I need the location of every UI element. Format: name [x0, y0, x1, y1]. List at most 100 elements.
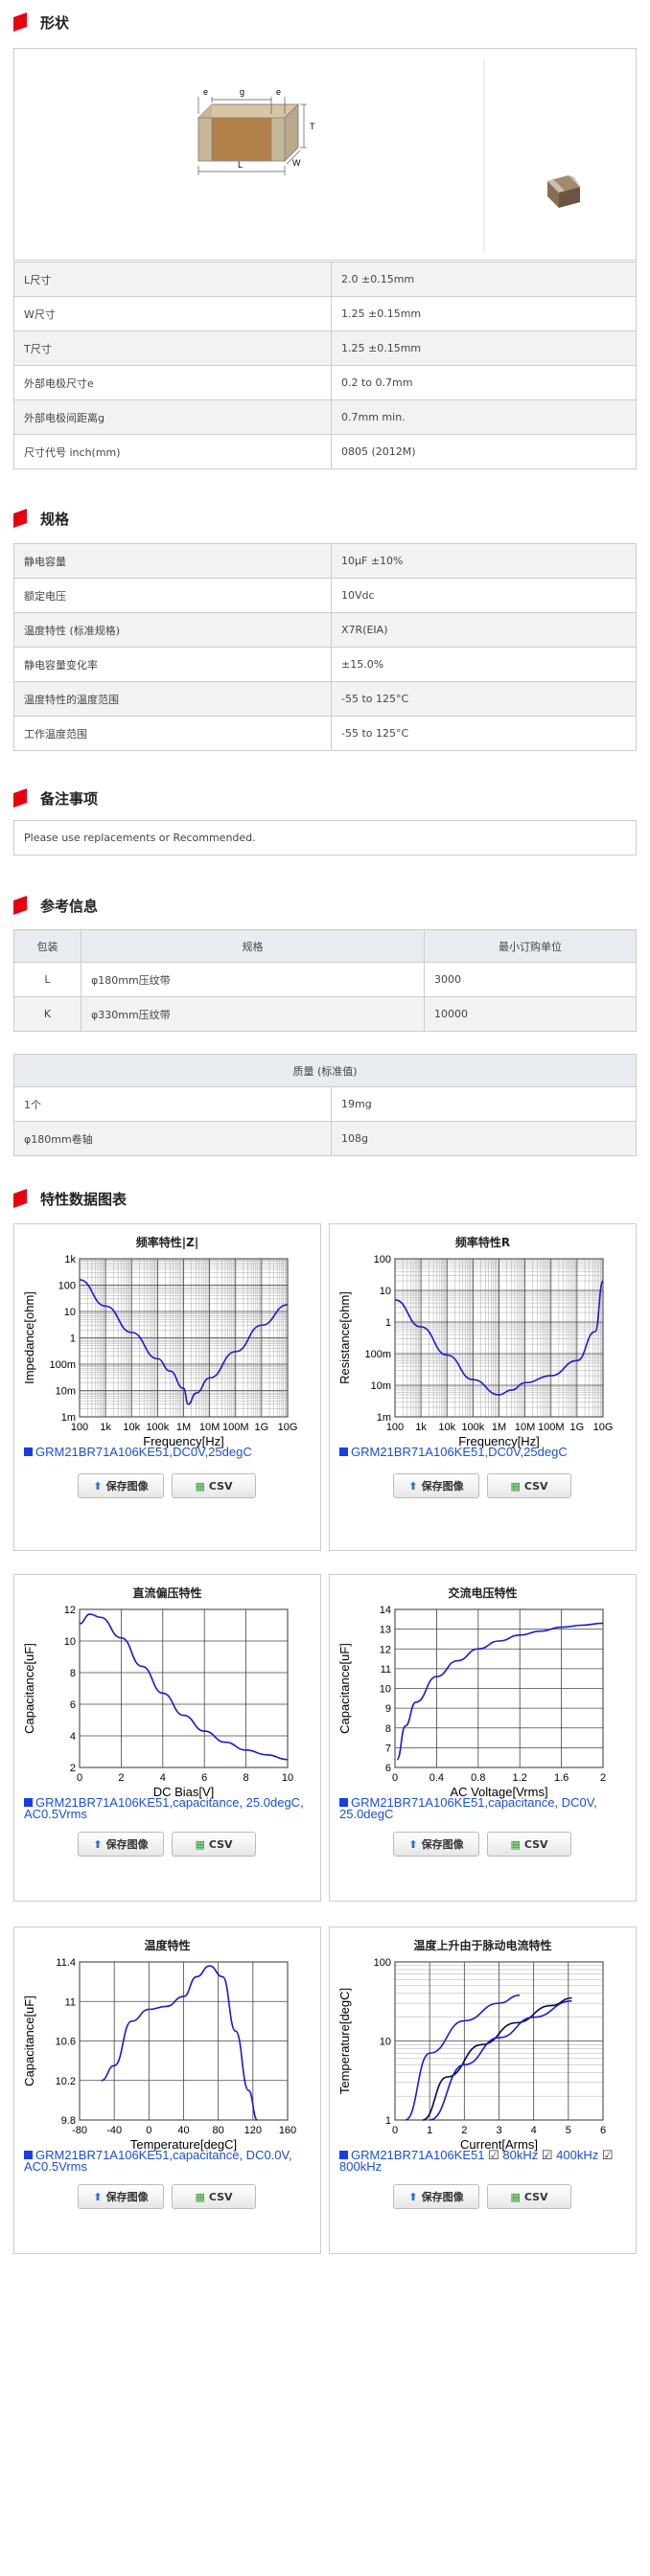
y-tick-label: 100: [58, 1281, 76, 1292]
section-flag-icon: [13, 1189, 27, 1208]
save-icon: ⬆: [93, 1479, 103, 1493]
x-tick-label: 10M: [199, 1422, 220, 1433]
save-icon: ⬆: [408, 1837, 418, 1851]
table-row: 额定电压 10Vdc: [13, 578, 637, 613]
csv-button[interactable]: ▦ CSV: [487, 1473, 571, 1498]
series-checkbox[interactable]: ☑: [484, 2148, 502, 2162]
chart-panel: 温度上升由于脉动电流特性 0 1 2 3 4 5 6 1 10 100 Current[Arms] Te…: [329, 1926, 637, 2254]
x-tick-label: 1.2: [513, 1772, 527, 1784]
table-row: 工作温度范围 -55 to 125°C: [13, 716, 637, 751]
x-tick-label: 6: [600, 2125, 606, 2136]
section-title: 参考信息: [40, 897, 99, 915]
chart-title: 温度上升由于脉动电流特性: [413, 1939, 552, 1952]
x-tick-label: 100M: [538, 1422, 565, 1433]
table-row: Please use replacements or Recommended.: [13, 820, 637, 855]
chart-legend: GRM21BR71A106KE51,capacitance, DC0V, 25.…: [339, 1796, 627, 1820]
button-label: CSV: [208, 1479, 233, 1493]
legend-swatch: [339, 1798, 348, 1807]
y-tick-label: 10m: [56, 1386, 76, 1398]
x-tick-label: -40: [106, 2125, 122, 2136]
table-row: Lφ180mm压纹带 3000: [13, 962, 637, 997]
x-tick-label: 80: [213, 2125, 224, 2136]
csv-button[interactable]: ▦ CSV: [172, 2184, 256, 2209]
csv-icon: ▦: [195, 1479, 205, 1493]
legend-swatch: [24, 2151, 33, 2159]
section-title: 规格: [40, 510, 70, 528]
chart-legend: GRM21BR71A106KE51,capacitance, DC0.0V, A…: [24, 2149, 312, 2173]
section-ref-header: 参考信息: [13, 895, 98, 916]
x-tick-label: 10k: [438, 1422, 455, 1433]
y-tick-label: 13: [380, 1625, 391, 1636]
save-image-button[interactable]: ⬆ 保存图像: [393, 1832, 479, 1857]
x-tick-label: 4: [531, 2125, 537, 2136]
save-icon: ⬆: [93, 2190, 103, 2203]
save-icon: ⬆: [408, 1479, 418, 1493]
dim-w-label: W: [292, 158, 301, 168]
y-tick-label: 2: [70, 1763, 76, 1774]
csv-button[interactable]: ▦ CSV: [487, 1832, 571, 1857]
y-tick-label: 11: [381, 1664, 391, 1676]
save-icon: ⬆: [408, 2190, 418, 2203]
chart-title: 交流电压特性: [448, 1586, 518, 1600]
chart-title: 直流偏压特性: [132, 1586, 202, 1600]
x-tick-label: 1k: [100, 1422, 111, 1433]
y-tick-label: 4: [70, 1731, 76, 1743]
dim-l-label: L: [238, 160, 243, 170]
save-image-button[interactable]: ⬆ 保存图像: [393, 1473, 479, 1498]
x-tick-label: 1M: [492, 1422, 506, 1433]
chart-legend: GRM21BR71A106KE51,DC0V,25degC: [339, 1445, 627, 1459]
legend-series-name: 80kHz: [502, 2148, 539, 2162]
x-tick-label: 120: [244, 2125, 262, 2136]
series-checkbox[interactable]: ☑: [538, 2148, 556, 2162]
save-image-button[interactable]: ⬆ 保存图像: [393, 2184, 479, 2209]
y-tick-label: 10.6: [56, 2037, 76, 2048]
notes-table: Please use replacements or Recommended.: [13, 820, 637, 855]
chip-photo: [547, 175, 580, 208]
button-label: 保存图像: [421, 2191, 464, 2203]
x-tick-label: 0: [392, 2125, 398, 2136]
section-flag-icon: [13, 896, 27, 915]
x-tick-label: 10G: [593, 1422, 614, 1433]
y-tick-label: 8: [70, 1668, 76, 1679]
section-shape-header: 形状: [13, 11, 69, 33]
legend-series-name: 800kHz: [339, 2159, 383, 2174]
button-label: CSV: [523, 1479, 548, 1493]
csv-icon: ▦: [510, 1837, 521, 1851]
y-tick-label: 1: [385, 2115, 391, 2127]
y-tick-label: 10: [64, 1307, 76, 1318]
x-tick-label: 1G: [570, 1422, 585, 1433]
dim-e2-label: e: [276, 87, 281, 97]
csv-icon: ▦: [195, 2190, 205, 2203]
y-tick-label: 8: [385, 1723, 391, 1735]
table-row: 静电容量 10μF ±10%: [13, 543, 637, 579]
x-tick-label: 2: [118, 1772, 124, 1784]
x-tick-label: 8: [244, 1772, 249, 1784]
save-image-button[interactable]: ⬆ 保存图像: [78, 1832, 164, 1857]
csv-button[interactable]: ▦ CSV: [172, 1473, 256, 1498]
save-image-button[interactable]: ⬆ 保存图像: [78, 1473, 164, 1498]
legend-text: GRM21BR71A106KE51,DC0V,25degC: [351, 1445, 568, 1459]
csv-button[interactable]: ▦ CSV: [172, 1832, 256, 1857]
x-tick-label: 1M: [176, 1422, 191, 1433]
y-tick-label: 100: [374, 1957, 391, 1969]
table-row: 静电容量变化率 ±15.0%: [13, 647, 637, 682]
x-tick-label: 10k: [123, 1422, 140, 1433]
legend-swatch: [24, 1798, 33, 1807]
section-flag-icon: [13, 788, 27, 808]
csv-button[interactable]: ▦ CSV: [487, 2184, 571, 2209]
x-tick-label: 100k: [146, 1422, 169, 1433]
y-tick-label: 10: [64, 1636, 76, 1648]
x-tick-label: 1G: [255, 1422, 269, 1433]
y-tick-label: 10: [380, 1286, 391, 1297]
button-label: CSV: [208, 2190, 233, 2203]
legend-swatch: [339, 2151, 348, 2159]
x-tick-label: 1.6: [554, 1772, 569, 1784]
dim-g-label: g: [240, 87, 244, 97]
y-tick-label: 10: [380, 1684, 391, 1696]
series-checkbox[interactable]: ☑: [598, 2148, 614, 2162]
save-image-button[interactable]: ⬆ 保存图像: [78, 2184, 164, 2209]
csv-icon: ▦: [510, 1479, 521, 1493]
shape-table: L尺寸 2.0 ±0.15mm W尺寸 1.25 ±0.15mm T尺寸 1.25 ±…: [13, 262, 637, 469]
y-axis-label: Resistance[ohm]: [337, 1291, 352, 1384]
button-label: CSV: [523, 1837, 548, 1851]
